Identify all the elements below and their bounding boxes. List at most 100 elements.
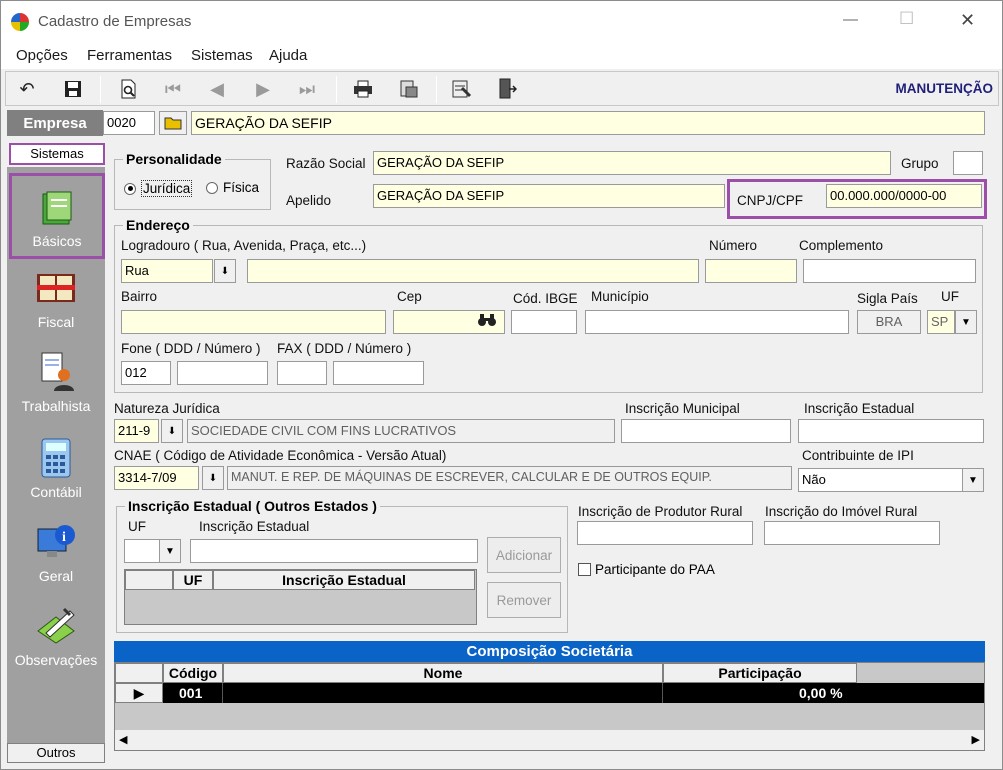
sigla-pais-label: Sigla País: [857, 291, 918, 306]
soc-row-divider-1: [222, 683, 223, 703]
sidebar-item-contabil[interactable]: Contábil: [7, 437, 105, 500]
sidebar-header[interactable]: Sistemas: [9, 143, 105, 165]
fax-number-field[interactable]: [333, 361, 424, 385]
soc-row-codigo: 001: [179, 685, 203, 701]
ipi-select[interactable]: Não: [798, 468, 963, 492]
notes-pen-icon: [37, 607, 75, 644]
cnae-dropdown[interactable]: ⬇: [202, 466, 224, 490]
soc-row-participacao: 0,00 %: [799, 685, 843, 701]
apelido-field[interactable]: GERAÇÃO DA SEFIP: [373, 184, 725, 208]
sidebar-item-basicos[interactable]: Básicos: [9, 173, 105, 259]
toolbar: ↶ ⏮ ◀ ▶ ⏭ MANUTENÇÃO: [5, 71, 999, 106]
cnae-code-field[interactable]: 3314-7/09: [114, 466, 199, 490]
sidebar-item-geral[interactable]: i Geral: [7, 521, 105, 584]
empresa-code-field[interactable]: 0020: [103, 111, 155, 135]
personalidade-title: Personalidade: [123, 151, 225, 167]
computer-info-icon: i: [37, 525, 75, 557]
grupo-field[interactable]: [953, 151, 983, 175]
insc-estadual-field[interactable]: [798, 419, 984, 443]
uf-field[interactable]: SP: [927, 310, 955, 334]
empresa-name-field[interactable]: GERAÇÃO DA SEFIP: [191, 111, 985, 135]
oe-uf-dropdown[interactable]: ▼: [159, 539, 181, 563]
window-title: Cadastro de Empresas: [38, 13, 192, 30]
sidebar-item-observacoes[interactable]: Observações: [7, 605, 105, 668]
fax-ddd-field[interactable]: [277, 361, 327, 385]
print-icon[interactable]: [348, 75, 378, 103]
bairro-field[interactable]: [121, 310, 386, 334]
remove-button[interactable]: Remover: [487, 582, 561, 618]
soc-col-participacao[interactable]: Participação: [663, 663, 857, 683]
sidebar: Básicos Fiscal Trabalhista Contábil i Ge…: [7, 167, 105, 743]
previous-record-icon[interactable]: ◀: [202, 75, 232, 103]
oe-uf-select[interactable]: [124, 539, 160, 563]
scroll-left-icon[interactable]: ◀: [119, 733, 127, 746]
minimize-button[interactable]: —: [843, 11, 858, 28]
bairro-label: Bairro: [121, 289, 158, 304]
add-button[interactable]: Adicionar: [487, 537, 561, 573]
report-icon[interactable]: [394, 75, 424, 103]
logradouro-field[interactable]: [247, 259, 699, 283]
maximize-button[interactable]: ☐: [899, 9, 914, 29]
save-icon[interactable]: [58, 75, 88, 103]
open-folder-button[interactable]: [159, 111, 187, 135]
radio-juridica[interactable]: Jurídica: [124, 180, 193, 197]
municipio-field[interactable]: [585, 310, 849, 334]
razao-social-field[interactable]: GERAÇÃO DA SEFIP: [373, 151, 891, 175]
menu-ferramentas[interactable]: Ferramentas: [87, 47, 172, 64]
cnae-label: CNAE ( Código de Atividade Econômica - V…: [114, 448, 447, 463]
tools-icon[interactable]: [446, 75, 476, 103]
natureza-desc-field: SOCIEDADE CIVIL COM FINS LUCRATIVOS: [187, 419, 615, 443]
insc-municipal-field[interactable]: [621, 419, 791, 443]
produtor-rural-field[interactable]: [577, 521, 753, 545]
logradouro-type-dropdown[interactable]: ⬇: [214, 259, 236, 283]
next-record-icon[interactable]: ▶: [248, 75, 278, 103]
cnae-desc-field: MANUT. E REP. DE MÁQUINAS DE ESCREVER, C…: [227, 466, 792, 490]
soc-row-divider-2: [662, 683, 663, 703]
numero-field[interactable]: [705, 259, 797, 283]
menu-opcoes[interactable]: Opções: [16, 47, 68, 64]
scroll-right-icon[interactable]: ▶: [972, 733, 980, 746]
folder-icon: [164, 117, 182, 130]
soc-row-indicator[interactable]: ▶: [115, 683, 163, 703]
sidebar-footer[interactable]: Outros: [7, 743, 105, 763]
soc-grid-corner: [115, 663, 163, 683]
ipi-dropdown[interactable]: ▼: [962, 468, 984, 492]
imovel-rural-label: Inscrição do Imóvel Rural: [765, 504, 918, 519]
oe-grid-col-uf[interactable]: UF: [173, 570, 213, 590]
menu-sistemas[interactable]: Sistemas: [191, 47, 253, 64]
last-record-icon[interactable]: ⏭: [292, 75, 322, 103]
radio-fisica[interactable]: Física: [206, 180, 259, 195]
paa-checkbox[interactable]: Participante do PAA: [578, 562, 715, 577]
preview-icon[interactable]: [114, 75, 144, 103]
ipi-label: Contribuinte de IPI: [802, 448, 914, 463]
soc-col-nome[interactable]: Nome: [223, 663, 663, 683]
undo-icon[interactable]: ↶: [12, 75, 42, 103]
table-row[interactable]: 001 0,00 %: [163, 683, 984, 703]
calculator-icon: [41, 438, 71, 478]
natureza-code-field[interactable]: 211-9: [114, 419, 159, 443]
imovel-rural-field[interactable]: [764, 521, 940, 545]
logradouro-type-field[interactable]: Rua: [121, 259, 213, 283]
binoculars-icon[interactable]: [477, 312, 497, 331]
fone-ddd-field[interactable]: 012: [121, 361, 171, 385]
sidebar-item-trabalhista[interactable]: Trabalhista: [7, 351, 105, 414]
cnpj-field[interactable]: 00.000.000/0000-00: [826, 184, 982, 208]
sigla-pais-field[interactable]: BRA: [857, 310, 921, 334]
soc-col-codigo[interactable]: Código: [163, 663, 223, 683]
uf-dropdown[interactable]: ▼: [955, 310, 977, 334]
horizontal-scrollbar[interactable]: ◀ ▶: [115, 729, 984, 750]
exit-icon[interactable]: [492, 75, 522, 103]
first-record-icon[interactable]: ⏮: [158, 75, 188, 103]
sidebar-item-fiscal[interactable]: Fiscal: [7, 271, 105, 330]
oe-grid-col-ie[interactable]: Inscrição Estadual: [213, 570, 475, 590]
municipio-label: Município: [591, 289, 649, 304]
oe-ie-field[interactable]: [190, 539, 478, 563]
outros-estados-title: Inscrição Estadual ( Outros Estados ): [125, 498, 380, 514]
close-button[interactable]: ✕: [960, 10, 975, 31]
menu-ajuda[interactable]: Ajuda: [269, 47, 307, 64]
complemento-field[interactable]: [803, 259, 976, 283]
natureza-dropdown[interactable]: ⬇: [161, 419, 183, 443]
fone-number-field[interactable]: [177, 361, 268, 385]
person-document-icon: [41, 352, 74, 391]
ibge-field[interactable]: [511, 310, 577, 334]
